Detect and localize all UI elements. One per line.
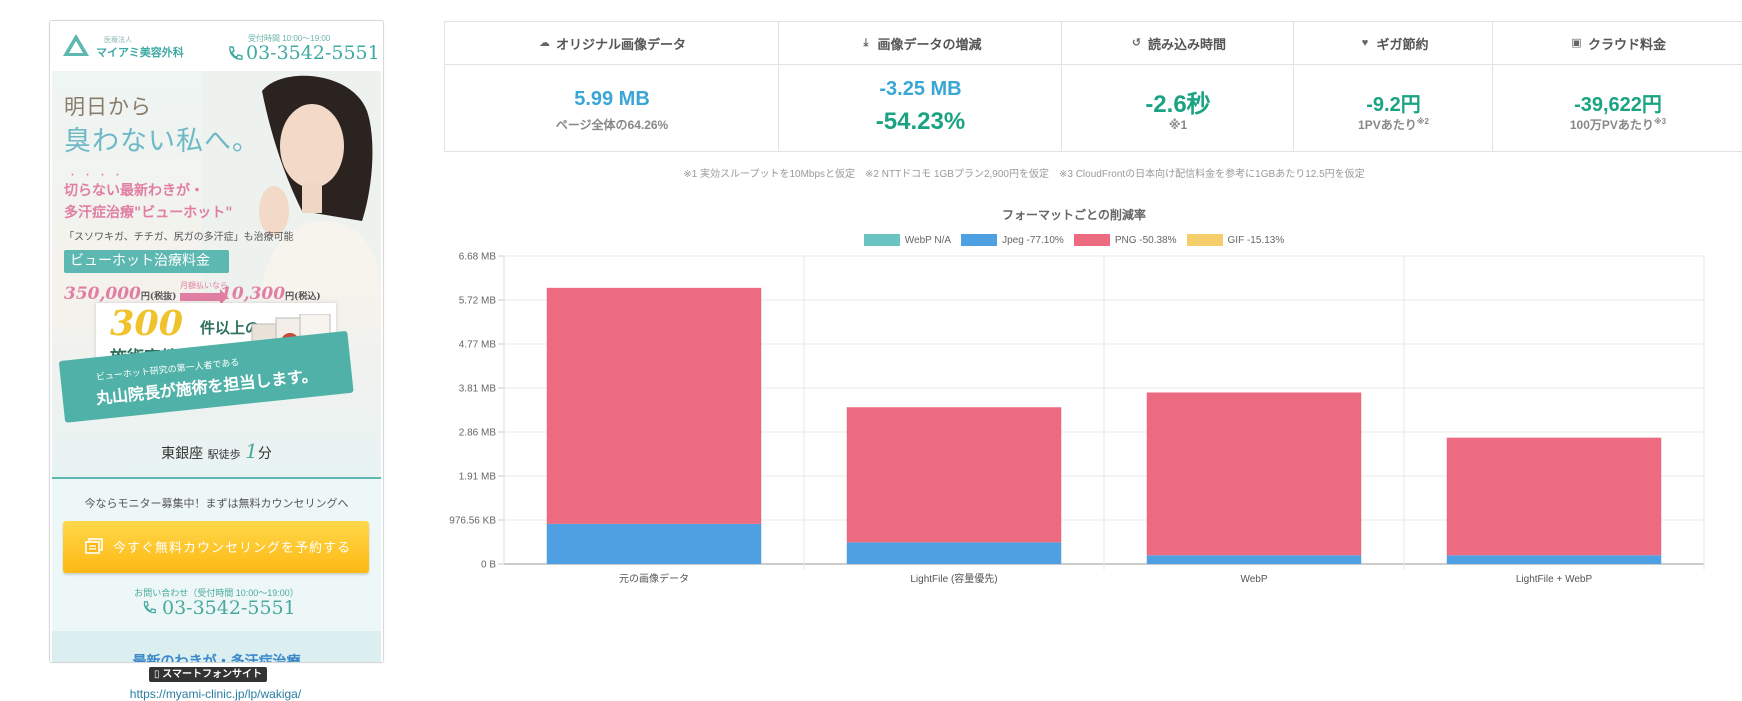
cloud-cost-sub-text: 100万PVあたり xyxy=(1569,118,1654,132)
price-monthly-suffix: 円(税込) xyxy=(285,292,321,302)
station-walk: 駅徒歩 xyxy=(207,448,241,461)
giga-saving-sub-text: 1PVあたり xyxy=(1358,118,1417,132)
x-tick-label: LightFile (容量優先) xyxy=(910,572,997,585)
treatment-line-1: 切らない最新わきが・ xyxy=(64,183,204,199)
bar-segment xyxy=(846,407,1062,543)
price-monthly-value: 10,300 xyxy=(220,284,286,304)
stat-header-label: オリジナル画像データ xyxy=(555,36,686,52)
station-name: 東銀座 xyxy=(161,446,204,462)
stats-table: ☁ オリジナル画像データ 5.99 MB ページ全体の64.26% ⤓ 画像デー… xyxy=(444,21,1742,152)
reserve-counseling-button[interactable]: 今すぐ無料カウンセリングを予約する xyxy=(63,521,369,573)
stat-header: ♥ ギガ節約 xyxy=(1294,22,1493,64)
stat-header: ⤓ 画像データの増減 xyxy=(779,22,1062,64)
cases-count: 300 xyxy=(110,303,184,344)
cloud-cost-footnote-mark: ※3 xyxy=(1653,117,1667,126)
stat-header: ▣ クラウド料金 xyxy=(1493,22,1742,64)
stat-header-label: 読み込み時間 xyxy=(1147,36,1226,52)
stat-header-label: 画像データの増減 xyxy=(877,36,982,52)
price-band: ビューホット治療料金 xyxy=(64,250,229,273)
station-access: 東銀座 駅徒歩 1分 xyxy=(52,439,381,463)
y-tick-label: 6.68 MB xyxy=(459,252,497,263)
treatment-note: 「スソワキガ、チチガ、尻ガの多汗症」も治療可能 xyxy=(64,232,294,243)
site-url-link[interactable]: https://myami-clinic.jp/lp/wakiga/ xyxy=(0,687,431,701)
stat-giga-saving: ♥ ギガ節約 -9.2円 1PVあたり※2 xyxy=(1293,22,1493,151)
history-icon: ↺ xyxy=(1131,36,1142,49)
assumption-footnote: ※1 実効スループットを10Mbpsと仮定 ※2 NTTドコモ 1GBプラン2,… xyxy=(683,169,1365,180)
stat-header: ↺ 読み込み時間 xyxy=(1062,22,1294,64)
bar-segment xyxy=(1446,555,1662,564)
smartphone-badge-label: スマートフォンサイト xyxy=(162,669,262,680)
load-time-note: ※1 xyxy=(1168,118,1188,132)
phone-icon xyxy=(143,601,156,614)
x-tick-label: WebP xyxy=(1240,574,1267,585)
original-size-value: 5.99 MB xyxy=(574,88,650,110)
next-section-title: 最新のわきが・多汗症治療 xyxy=(132,654,301,663)
price-monthly: 10,300円(税込) xyxy=(220,284,321,304)
bar-segment xyxy=(546,523,762,564)
phone-icon xyxy=(229,46,243,60)
site-header: 医療法人 マイアミ美容外科 受付時間 10:00〜19:00 03-3542-5… xyxy=(50,21,383,71)
stat-header-label: ギガ節約 xyxy=(1376,36,1429,52)
price-original-suffix: 円(税抜) xyxy=(140,292,177,302)
hero-banner: 明日から 臭わない私へ。 ・・・・ 切らない最新わきが・ 多汗症治療"ビューホッ… xyxy=(52,71,381,479)
stat-load-time: ↺ 読み込み時間 -2.6秒 ※1 xyxy=(1061,22,1294,151)
stat-image-delta: ⤓ 画像データの増減 -3.25 MB -54.23% xyxy=(778,22,1062,151)
bar-segment xyxy=(846,542,1062,564)
giga-saving-footnote-mark: ※2 xyxy=(1416,117,1429,126)
price-original: 350,000円(税抜) xyxy=(64,284,176,304)
download-icon: ⤓ xyxy=(863,36,869,49)
y-tick-label: 976.56 KB xyxy=(449,516,496,527)
money-icon: ▣ xyxy=(1571,36,1582,49)
stat-header-label: クラウド料金 xyxy=(1587,36,1666,52)
stat-header: ☁ オリジナル画像データ xyxy=(445,22,779,64)
price-original-value: 350,000 xyxy=(64,284,141,304)
heart-icon: ♥ xyxy=(1361,36,1369,49)
bar-segment xyxy=(1146,555,1362,564)
clinic-logo-icon xyxy=(63,34,89,56)
station-minutes: 1 xyxy=(245,439,258,463)
cloud-upload-icon: ☁ xyxy=(538,36,550,49)
treatment-line-2: 多汗症治療"ビューホット" xyxy=(64,205,233,221)
bar-segment xyxy=(1446,437,1662,556)
reserve-button-label: 今すぐ無料カウンセリングを予約する xyxy=(113,541,352,556)
giga-saving-sub: 1PVあたり※2 xyxy=(1294,116,1493,133)
x-tick-label: 元の画像データ xyxy=(619,572,689,585)
x-tick-label: LightFile + WebP xyxy=(1516,574,1593,585)
arrow-right-icon xyxy=(180,289,228,305)
bar-segment xyxy=(1146,392,1362,556)
stat-cloud-cost: ▣ クラウド料金 -39,622円 100万PVあたり※3 xyxy=(1492,22,1742,151)
clinic-logo-text: マイアミ美容外科 xyxy=(96,46,184,59)
headline-line-1: 明日から xyxy=(64,95,152,119)
document-icon xyxy=(85,538,103,554)
contact-phone-number[interactable]: 03-3542-5551 xyxy=(162,597,296,619)
cloud-cost-value: -39,622円 xyxy=(1574,94,1662,116)
y-tick-label: 3.81 MB xyxy=(459,384,497,395)
cloud-cost-sub: 100万PVあたり※3 xyxy=(1493,116,1742,133)
headline-line-2: 臭わない私へ。 xyxy=(64,126,260,157)
y-tick-label: 0 B xyxy=(481,560,496,571)
smartphone-site-badge: ▯ スマートフォンサイト xyxy=(149,667,267,682)
y-tick-label: 5.72 MB xyxy=(459,296,497,307)
bar-segment xyxy=(546,287,762,524)
delta-percent-value: -54.23% xyxy=(875,108,966,135)
station-minutes-unit: 分 xyxy=(257,446,272,462)
smartphone-preview[interactable]: 医療法人 マイアミ美容外科 受付時間 10:00〜19:00 03-3542-5… xyxy=(49,20,384,663)
format-reduction-chart: 0 B 976.56 KB 1.91 MB 2.86 MB 3.81 MB 4.77 MB… xyxy=(449,252,1705,585)
delta-size-value: -3.25 MB xyxy=(879,78,962,100)
header-phone-number[interactable]: 03-3542-5551 xyxy=(246,42,380,64)
y-tick-label: 4.77 MB xyxy=(459,340,497,351)
giga-saving-value: -9.2円 xyxy=(1366,94,1421,116)
y-tick-label: 2.86 MB xyxy=(459,428,497,439)
original-size-sub: ページ全体の64.26% xyxy=(555,118,669,132)
stat-original-image: ☁ オリジナル画像データ 5.99 MB ページ全体の64.26% xyxy=(444,22,779,151)
chart-title: フォーマットごとの削減率 xyxy=(1002,208,1146,222)
load-time-value: -2.6秒 xyxy=(1145,91,1211,118)
y-tick-label: 1.91 MB xyxy=(459,472,497,483)
monitor-text: 今ならモニター募集中！まずは無料カウンセリングへ xyxy=(84,497,349,510)
